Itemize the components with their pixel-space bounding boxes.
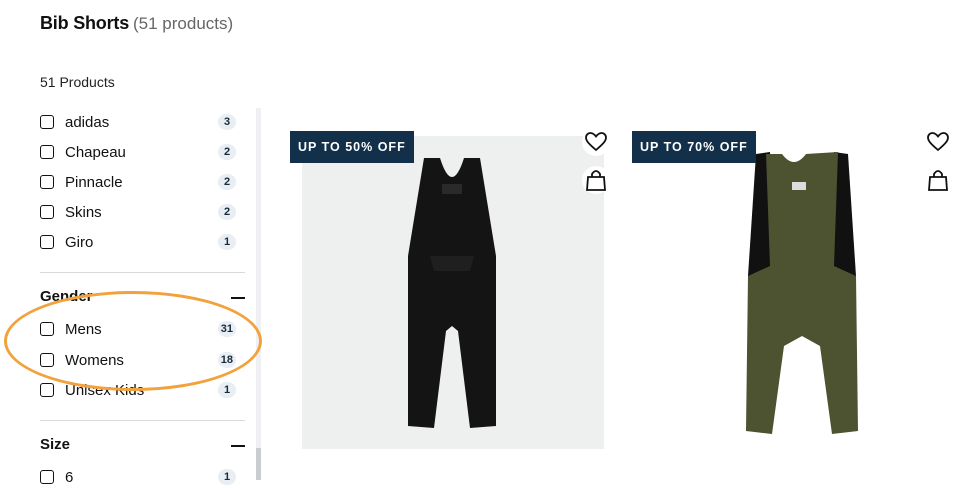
filter-item-label: 6 — [65, 468, 74, 486]
section-title: Size — [40, 436, 71, 453]
title-product-count: (51 products) — [133, 14, 234, 33]
filter-item-label: Womens — [65, 351, 124, 369]
count-badge: 18 — [217, 352, 236, 368]
checkbox[interactable] — [40, 322, 54, 336]
bib-shorts-image — [746, 152, 858, 434]
filter-item-label: Mens — [65, 320, 102, 338]
count-badge: 1 — [218, 234, 236, 250]
filter-item-adidas[interactable]: adidas 3 — [40, 111, 236, 133]
shopping-bag-icon[interactable] — [582, 166, 610, 194]
checkbox[interactable] — [40, 145, 54, 159]
products-count: 51 Products — [40, 74, 115, 90]
count-badge: 2 — [218, 174, 236, 190]
filter-sidebar: adidas 3 Chapeau 2 Pinnacle 2 Skins 2 Gi… — [40, 108, 246, 486]
count-badge: 1 — [218, 382, 236, 398]
promo-badge: UP TO 50% OFF — [290, 131, 414, 163]
product-image[interactable] — [302, 136, 604, 449]
count-badge: 2 — [218, 144, 236, 160]
bib-shorts-image — [408, 158, 496, 428]
filter-item-label: Pinnacle — [65, 173, 123, 191]
filter-item-unisex-kids[interactable]: Unisex Kids 1 — [40, 379, 236, 401]
product-image[interactable] — [644, 136, 946, 449]
filter-item-pinnacle[interactable]: Pinnacle 2 — [40, 171, 236, 193]
shopping-bag-icon[interactable] — [924, 166, 952, 194]
filter-item-mens[interactable]: Mens 31 — [40, 318, 236, 340]
checkbox[interactable] — [40, 205, 54, 219]
filter-item-label: Skins — [65, 203, 102, 221]
sidebar-scrollbar-track[interactable] — [256, 108, 261, 480]
collapse-minus-icon[interactable] — [231, 445, 245, 447]
page-title-row: Bib Shorts (51 products) — [40, 13, 233, 34]
checkbox[interactable] — [40, 470, 54, 484]
filter-item-label: adidas — [65, 113, 110, 131]
promo-badge: UP TO 70% OFF — [632, 131, 756, 163]
wishlist-heart-icon[interactable] — [582, 128, 610, 156]
section-title: Gender — [40, 288, 93, 305]
checkbox[interactable] — [40, 175, 54, 189]
collapse-minus-icon[interactable] — [231, 297, 245, 299]
product-card[interactable]: UP TO 70% OFF — [632, 128, 954, 451]
checkbox[interactable] — [40, 353, 54, 367]
filter-item-skins[interactable]: Skins 2 — [40, 201, 236, 223]
count-badge: 31 — [217, 321, 236, 337]
product-card[interactable]: UP TO 50% OFF — [290, 128, 612, 451]
count-badge: 2 — [218, 204, 236, 220]
size-section-header[interactable]: Size — [40, 436, 245, 456]
divider — [40, 420, 245, 421]
filter-item-size-6[interactable]: 6 1 — [40, 466, 236, 488]
divider — [40, 272, 245, 273]
filter-item-label: Chapeau — [65, 143, 126, 161]
filter-item-womens[interactable]: Womens 18 — [40, 349, 236, 371]
filter-item-giro[interactable]: Giro 1 — [40, 231, 236, 253]
count-badge: 3 — [218, 114, 236, 130]
count-badge: 1 — [218, 469, 236, 485]
filter-item-label: Unisex Kids — [65, 381, 145, 399]
checkbox[interactable] — [40, 383, 54, 397]
filter-item-label: Giro — [65, 233, 94, 251]
filter-item-chapeau[interactable]: Chapeau 2 — [40, 141, 236, 163]
wishlist-heart-icon[interactable] — [924, 128, 952, 156]
page-title: Bib Shorts — [40, 13, 130, 33]
gender-section-header[interactable]: Gender — [40, 288, 245, 308]
checkbox[interactable] — [40, 235, 54, 249]
checkbox[interactable] — [40, 115, 54, 129]
sidebar-scrollbar-thumb[interactable] — [256, 448, 261, 480]
